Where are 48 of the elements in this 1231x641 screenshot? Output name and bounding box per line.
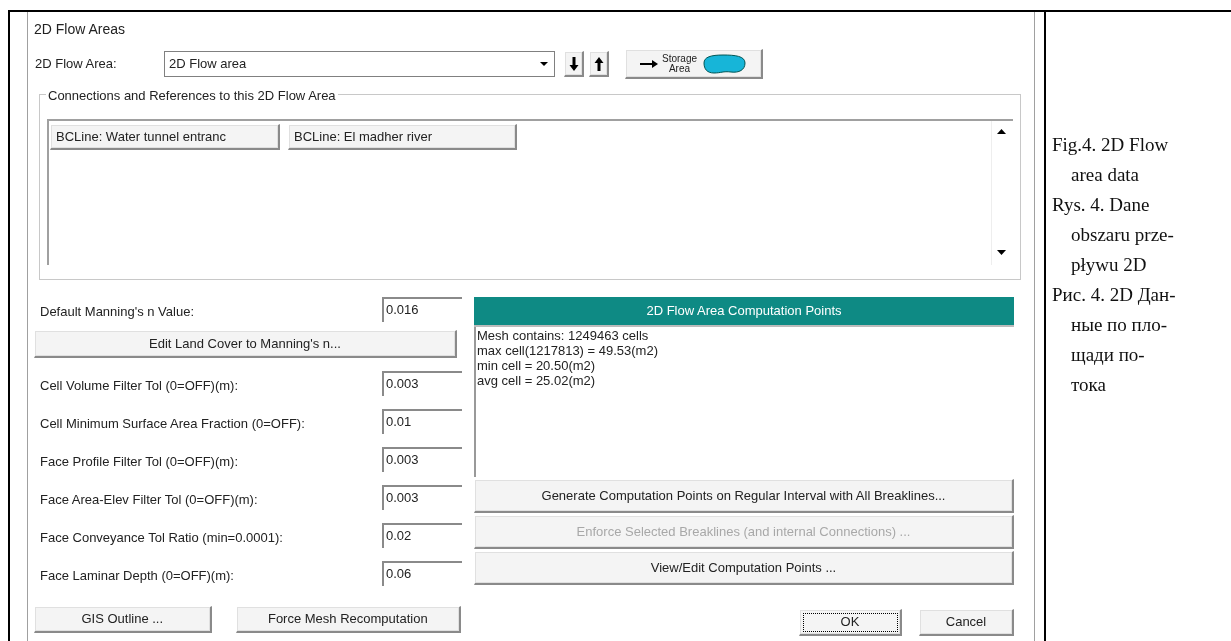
reference-button[interactable]: BCLine: El madher river [288, 124, 517, 150]
action-button[interactable]: Generate Computation Points on Regular Interval with All Breaklines... [474, 479, 1014, 513]
info-line: avg cell = 25.02(m2) [477, 373, 597, 388]
land-cover-button[interactable]: Edit Land Cover to Manning's n... [34, 330, 457, 358]
dialog-button[interactable]: OK [799, 609, 902, 636]
blob-icon [701, 53, 747, 74]
input-field[interactable]: 0.02 [382, 523, 462, 548]
caption-line: тока [1070, 373, 1107, 397]
up-arrow-icon [593, 56, 604, 71]
dialog-button[interactable]: Force Mesh Recomputation [235, 606, 461, 633]
info-line: min cell = 20.50(m2) [477, 358, 597, 373]
field-label: Face Area-Elev Filter Tol (0=OFF)(m): [40, 490, 258, 509]
caption-line: ные по пло- [1070, 313, 1168, 337]
caption-line: Рис. 4. 2D Дан- [1052, 283, 1177, 307]
input-field[interactable]: 0.003 [382, 371, 462, 396]
input-field[interactable]: 0.016 [382, 297, 462, 322]
field-label: Cell Minimum Surface Area Fraction (0=OFF): [40, 414, 305, 433]
caption-line: Rys. 4. Dane [1052, 193, 1151, 217]
caption-line: area data [1070, 163, 1141, 187]
field-label: Default Manning's n Value: [40, 302, 194, 321]
move-down-button[interactable] [564, 51, 584, 77]
move-up-button[interactable] [589, 51, 609, 77]
caption-line: obszaru prze- [1070, 223, 1175, 247]
dialog-button[interactable]: Cancel [919, 609, 1014, 636]
input-field[interactable]: 0.06 [382, 561, 462, 586]
dialog-title: 2D Flow Areas [34, 20, 127, 39]
dropdown-arrow-icon [540, 62, 548, 66]
field-label: Cell Volume Filter Tol (0=OFF)(m): [40, 376, 239, 395]
dialog-button[interactable]: GIS Outline ... [34, 606, 212, 633]
input-field[interactable]: 0.003 [382, 447, 462, 472]
field-label: Face Profile Filter Tol (0=OFF)(m): [40, 452, 239, 471]
field-label: Face Laminar Depth (0=OFF)(m): [40, 566, 234, 585]
down-arrow-icon [568, 56, 579, 71]
input-field[interactable]: 0.003 [382, 485, 462, 510]
caption-line: щади по- [1070, 343, 1146, 367]
right-arrow-icon [640, 58, 658, 69]
action-button[interactable]: View/Edit Computation Points ... [474, 551, 1014, 585]
panel-header: 2D Flow Area Computation Points [474, 297, 1014, 327]
reference-button[interactable]: BCLine: Water tunnel entranc [50, 124, 280, 150]
info-line: Mesh contains: 1249463 cells [477, 328, 650, 343]
area-dropdown[interactable]: 2D Flow area [164, 51, 555, 77]
caption-line: Fig.4. 2D Flow [1052, 133, 1170, 157]
info-line: max cell(1217813) = 49.53(m2) [477, 343, 659, 358]
storage-area-button[interactable]: Storage Area [625, 49, 763, 79]
input-field[interactable]: 0.01 [382, 409, 462, 434]
field-label: Face Conveyance Tol Ratio (min=0.0001): [40, 528, 283, 547]
caption-line: pływu 2D [1070, 253, 1148, 277]
field-label: 2D Flow Area: [34, 55, 118, 74]
